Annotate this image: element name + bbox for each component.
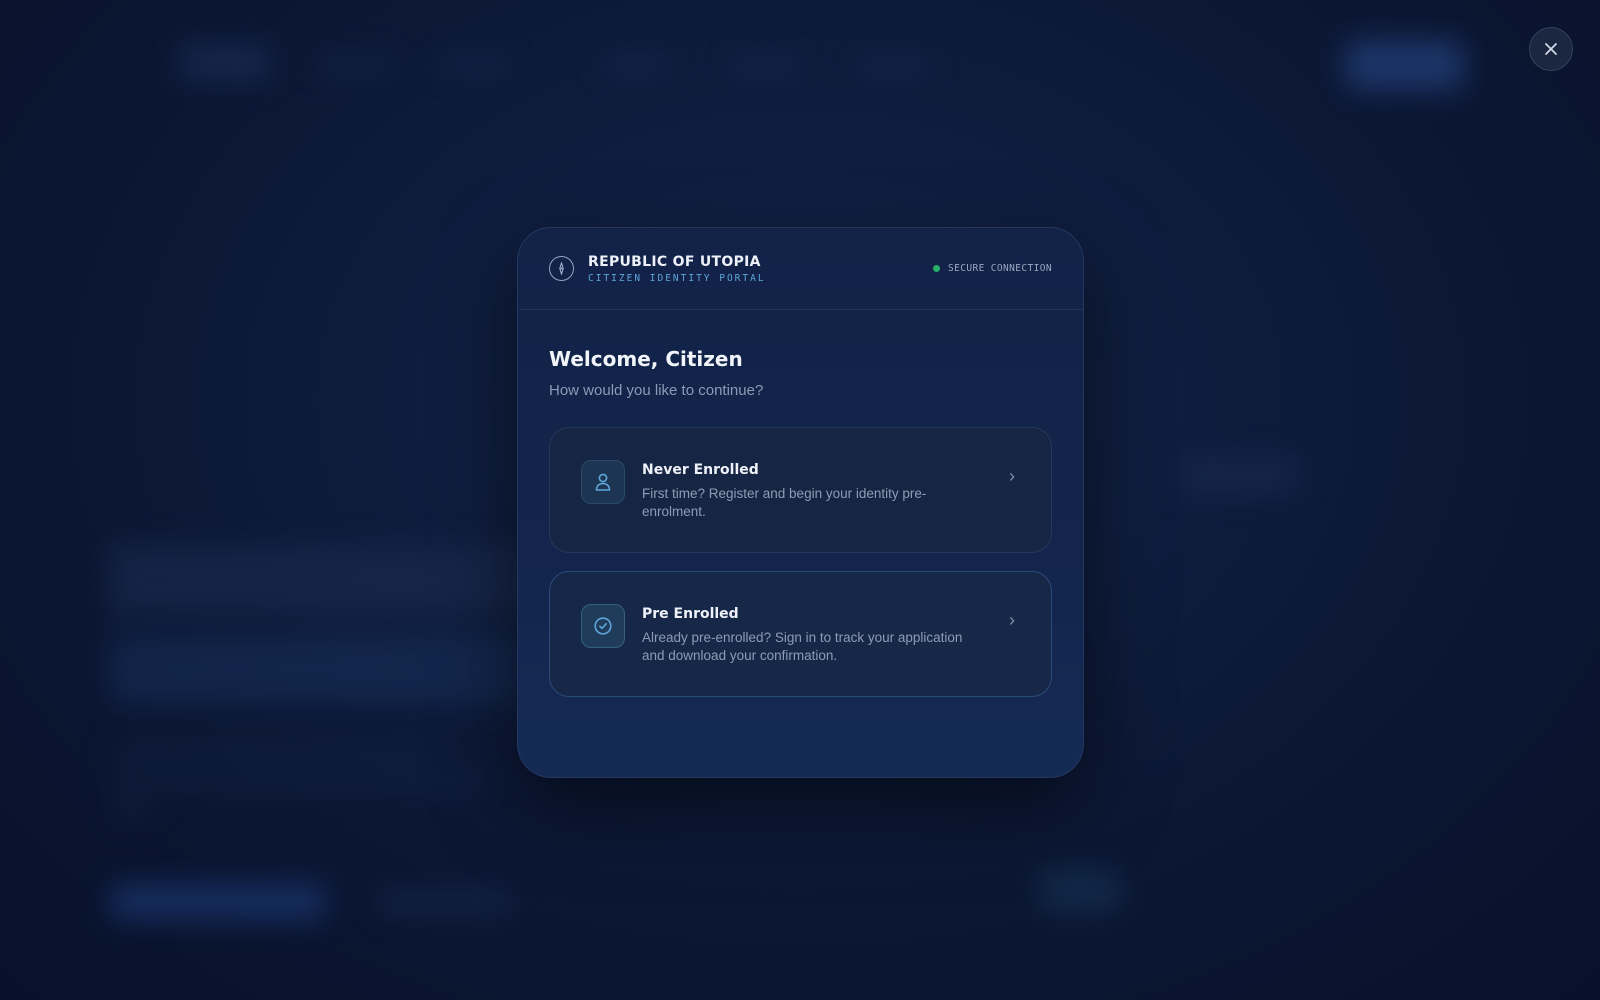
- chevron-right-icon: ›: [1009, 466, 1015, 486]
- user-icon: [581, 460, 625, 504]
- status-dot-icon: [932, 265, 940, 272]
- pre-enrolled-option[interactable]: Pre Enrolled Already pre-enrolled? Sign …: [549, 571, 1052, 697]
- never-enrolled-option[interactable]: Never Enrolled First time? Register and …: [549, 427, 1052, 553]
- option-description: Already pre-enrolled? Sign in to track y…: [642, 630, 963, 663]
- portal-subtitle: CITIZEN IDENTITY PORTAL: [588, 272, 766, 284]
- continue-prompt: How would you like to continue?: [549, 382, 764, 399]
- modal-header: REPUBLIC OF UTOPIA CITIZEN IDENTITY PORT…: [518, 228, 1083, 310]
- option-title: Pre Enrolled: [642, 606, 739, 622]
- option-description: First time? Register and begin your iden…: [642, 486, 927, 519]
- option-title: Never Enrolled: [642, 462, 759, 478]
- close-button[interactable]: [1529, 27, 1573, 71]
- close-icon: [1545, 43, 1557, 55]
- welcome-heading: Welcome, Citizen: [549, 347, 743, 371]
- modal-body: Welcome, Citizen How would you like to c…: [518, 310, 1083, 697]
- secure-connection-status: SECURE CONNECTION: [932, 263, 1052, 274]
- brand: REPUBLIC OF UTOPIA CITIZEN IDENTITY PORT…: [549, 254, 766, 284]
- identity-portal-modal: REPUBLIC OF UTOPIA CITIZEN IDENTITY PORT…: [517, 227, 1084, 778]
- portal-title: REPUBLIC OF UTOPIA: [588, 253, 761, 270]
- secure-connection-label: SECURE CONNECTION: [947, 263, 1052, 274]
- check-circle-icon: [581, 604, 625, 648]
- chevron-right-icon: ›: [1009, 610, 1015, 630]
- compass-emblem-icon: [549, 256, 574, 281]
